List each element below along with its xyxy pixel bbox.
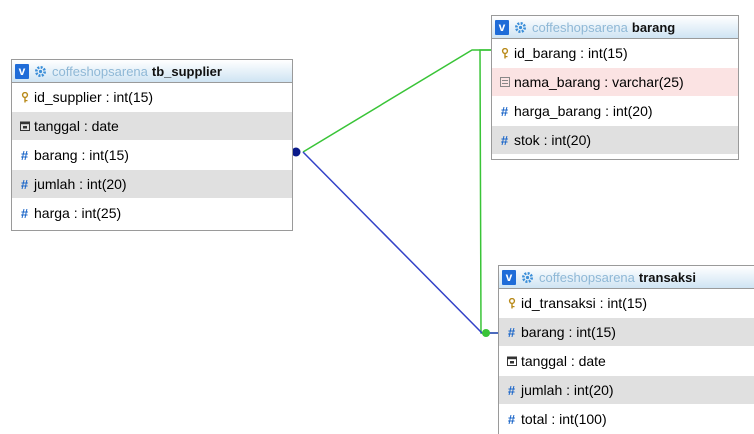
collapse-toggle-button[interactable]: v (15, 63, 29, 79)
key-icon (505, 297, 518, 309)
column-label: stok : int(20) (514, 132, 592, 148)
column-label: barang : int(15) (521, 324, 616, 340)
table-header[interactable]: v coffeshopsarena transaksi (499, 266, 754, 289)
column-label: jumlah : int(20) (521, 382, 614, 398)
column-row[interactable]: # stok : int(20) (492, 126, 738, 155)
column-label: id_barang : int(15) (514, 45, 628, 61)
relation-endpoint-transaksi (482, 329, 490, 337)
number-icon: # (507, 411, 516, 427)
table-name: tb_supplier (151, 63, 222, 79)
text-icon (498, 77, 511, 87)
column-label: tanggal : date (34, 118, 119, 134)
database-name: coffeshopsarena (52, 63, 148, 79)
table-transaksi[interactable]: v coffeshopsarena transaksi id_transaksi… (498, 265, 754, 434)
table-barang[interactable]: v coffeshopsarena barang id_barang : int… (491, 15, 739, 160)
database-name: coffeshopsarena (539, 269, 635, 285)
number-icon: # (20, 176, 29, 192)
date-icon (505, 356, 518, 366)
column-label: harga_barang : int(20) (514, 103, 653, 119)
column-row[interactable]: # jumlah : int(20) (499, 376, 754, 405)
column-label: barang : int(15) (34, 147, 129, 163)
collapse-toggle-button[interactable]: v (502, 269, 516, 285)
table-header[interactable]: v coffeshopsarena tb_supplier (12, 60, 292, 83)
table-header[interactable]: v coffeshopsarena barang (492, 16, 738, 39)
column-row[interactable]: # barang : int(15) (12, 141, 292, 170)
date-icon (18, 121, 31, 131)
number-icon: # (500, 103, 509, 119)
column-label: total : int(100) (521, 411, 607, 427)
column-row[interactable]: # barang : int(15) (499, 318, 754, 347)
table-tb-supplier[interactable]: v coffeshopsarena tb_supplier id_supplie… (11, 59, 293, 231)
column-row[interactable]: # jumlah : int(20) (12, 170, 292, 199)
column-row[interactable]: id_supplier : int(15) (12, 83, 292, 112)
column-label: id_supplier : int(15) (34, 89, 154, 105)
database-name: coffeshopsarena (532, 19, 628, 35)
number-icon: # (20, 147, 29, 163)
column-label: harga : int(25) (34, 205, 122, 221)
gear-icon[interactable] (521, 271, 534, 284)
collapse-toggle-button[interactable]: v (495, 19, 509, 35)
column-row[interactable]: # harga_barang : int(20) (492, 97, 738, 126)
column-row[interactable]: id_transaksi : int(15) (499, 289, 754, 318)
column-row[interactable]: nama_barang : varchar(25) (492, 68, 738, 97)
gear-icon[interactable] (34, 65, 47, 78)
number-icon: # (20, 205, 29, 221)
table-name: barang (631, 19, 676, 35)
column-label: jumlah : int(20) (34, 176, 127, 192)
key-icon (498, 47, 511, 59)
relation-supplier-barang (302, 49, 493, 153)
column-label: tanggal : date (521, 353, 606, 369)
key-icon (18, 91, 31, 103)
number-icon: # (507, 382, 516, 398)
column-row[interactable]: # harga : int(25) (12, 199, 292, 228)
column-row[interactable]: id_barang : int(15) (492, 39, 738, 68)
column-label: nama_barang : varchar(25) (514, 74, 684, 90)
number-icon: # (500, 132, 509, 148)
number-icon: # (507, 324, 516, 340)
gear-icon[interactable] (514, 21, 527, 34)
relation-supplier-transaksi (302, 151, 500, 334)
column-label: id_transaksi : int(15) (521, 295, 648, 311)
column-row[interactable]: tanggal : date (499, 347, 754, 376)
column-row[interactable]: tanggal : date (12, 112, 292, 141)
column-row[interactable]: # total : int(100) (499, 405, 754, 434)
table-name: transaksi (638, 269, 696, 285)
